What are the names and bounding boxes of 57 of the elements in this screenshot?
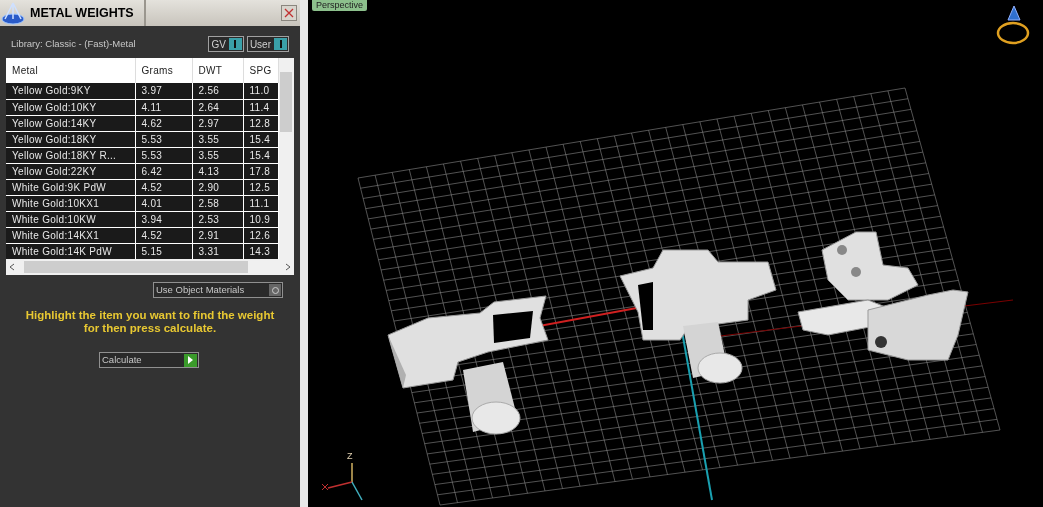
table-cell: White Gold:14KX1	[6, 227, 135, 243]
close-button[interactable]	[281, 5, 297, 21]
table-cell: 2.53	[192, 211, 243, 227]
table-cell: 4.52	[135, 227, 192, 243]
table-cell: 10.9	[243, 211, 278, 227]
scroll-left-icon[interactable]	[8, 263, 16, 271]
table-cell: White Gold:10KW	[6, 211, 135, 227]
table-cell: 3.55	[192, 131, 243, 147]
table-cell: Yellow Gold:14KY	[6, 115, 135, 131]
panel-title: METAL WEIGHTS	[30, 4, 135, 22]
table-cell: White Gold:10KX1	[6, 195, 135, 211]
table-cell: 4.52	[135, 179, 192, 195]
table-cell: 5.53	[135, 147, 192, 163]
app-logo-icon	[0, 0, 26, 26]
play-icon	[187, 356, 194, 364]
library-label: Library: Classic - (Fast)-Metal	[11, 36, 137, 51]
table-cell: 4.11	[135, 99, 192, 115]
table-cell: 3.94	[135, 211, 192, 227]
table-cell: 12.5	[243, 179, 278, 195]
table-cell: 11.1	[243, 195, 278, 211]
toggle-button[interactable]: GV	[208, 36, 244, 52]
table-cell: Yellow Gold:22KY	[6, 163, 135, 179]
toggle-button[interactable]: User	[246, 36, 289, 52]
table-cell: 15.4	[243, 147, 278, 163]
table-cell: 6.42	[135, 163, 192, 179]
table-cell: 11.4	[243, 99, 278, 115]
table-cell: 2.91	[192, 227, 243, 243]
table-cell: 2.56	[192, 83, 243, 99]
table-cell: 4.62	[135, 115, 192, 131]
calculate-button[interactable]: Calculate	[99, 352, 199, 368]
table-cell: 4.01	[135, 195, 192, 211]
table-cell: 3.97	[135, 83, 192, 99]
table-cell: 2.58	[192, 195, 243, 211]
axis-label: Z	[347, 450, 353, 463]
table-cell: Yellow Gold:18KY	[6, 131, 135, 147]
table-cell: 5.53	[135, 131, 192, 147]
table-cell: 2.90	[192, 179, 243, 195]
viewport-tab[interactable]: Perspective	[312, 0, 368, 11]
table-cell: 15.4	[243, 131, 278, 147]
table-cell: Yellow Gold:18KY R...	[6, 147, 135, 163]
use-object-materials-toggle[interactable]: Use Object Materials	[153, 282, 283, 298]
table-cell: 11.0	[243, 83, 278, 99]
table-cell: 17.8	[243, 163, 278, 179]
table-cell: 2.97	[192, 115, 243, 131]
axis-gizmo-drawing	[321, 462, 363, 501]
table-cell: 4.13	[192, 163, 243, 179]
table-cell: 2.64	[192, 99, 243, 115]
table-cell: White Gold:9K PdW	[6, 179, 135, 195]
scroll-right-icon[interactable]	[284, 263, 292, 271]
table-cell: Yellow Gold:9KY	[6, 83, 135, 99]
ring-icon	[996, 5, 1030, 45]
horizontal-scrollbar[interactable]	[6, 259, 294, 275]
table-cell: 12.6	[243, 227, 278, 243]
hint-text: Highlight the item you want to find the weight for then press calculate.	[24, 309, 276, 335]
table-cell: Yellow Gold:10KY	[6, 99, 135, 115]
table-cell: 12.8	[243, 115, 278, 131]
table-cell: 3.55	[192, 147, 243, 163]
